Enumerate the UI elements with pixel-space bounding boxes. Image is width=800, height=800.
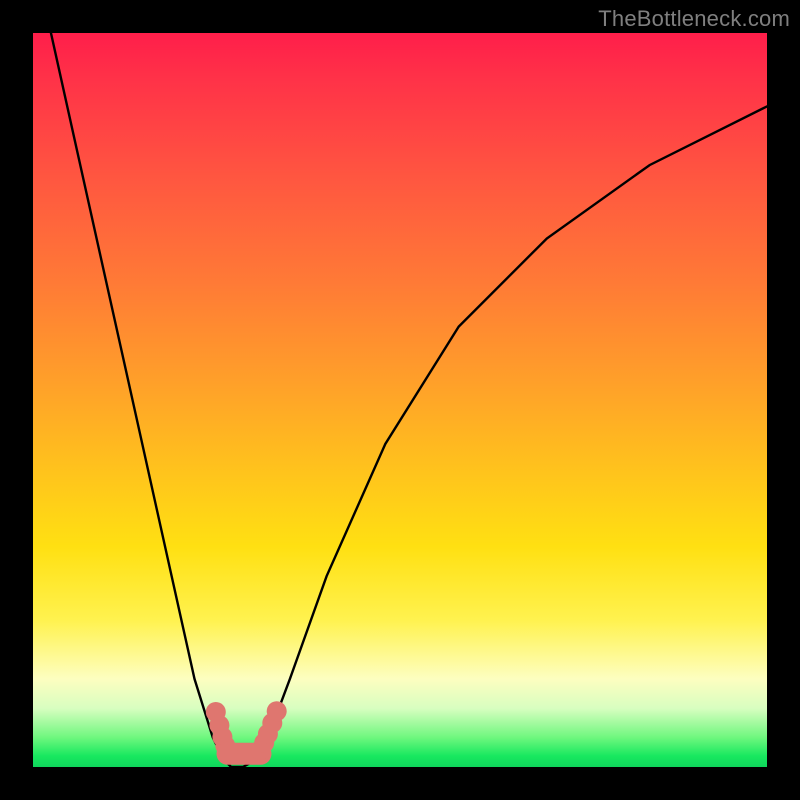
plot-area bbox=[33, 33, 767, 767]
bottleneck-curve bbox=[33, 33, 767, 767]
watermark-text: TheBottleneck.com bbox=[598, 6, 790, 32]
trough-right-dots bbox=[251, 701, 287, 760]
chart-svg bbox=[33, 33, 767, 767]
outer-frame: TheBottleneck.com bbox=[0, 0, 800, 800]
